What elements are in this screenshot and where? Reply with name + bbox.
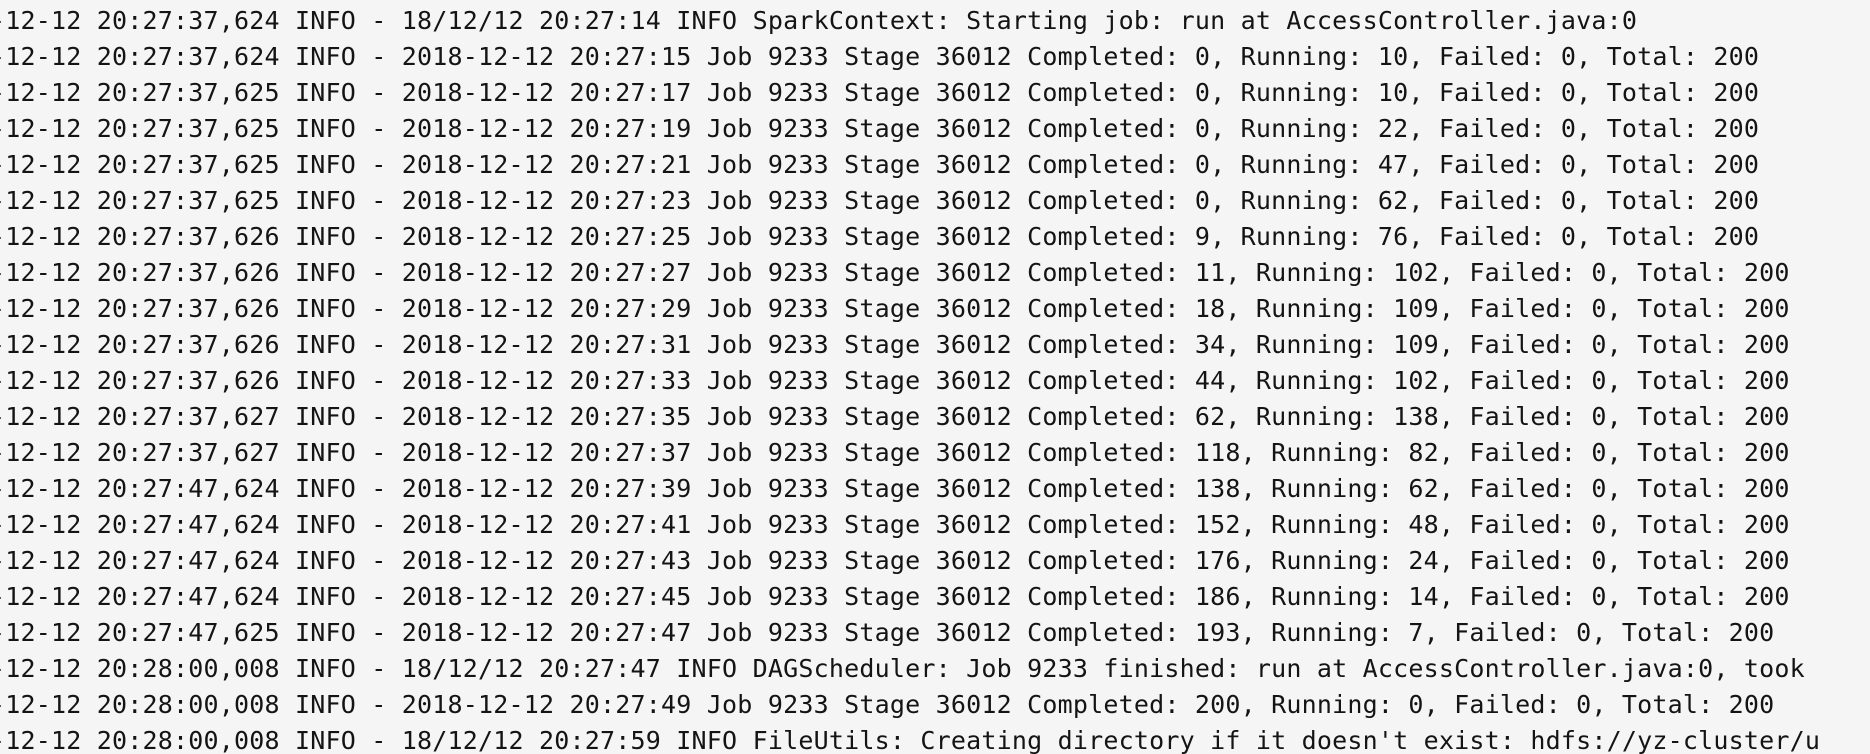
log-line: -12-12 20:27:37,626 INFO - 2018-12-12 20… — [0, 222, 1760, 251]
log-line: -12-12 20:27:47,624 INFO - 2018-12-12 20… — [0, 546, 1790, 575]
log-line: -12-12 20:27:37,624 INFO - 18/12/12 20:2… — [0, 6, 1638, 35]
log-output-panel[interactable]: -12-12 20:27:37,624 INFO - 18/12/12 20:2… — [0, 0, 1870, 754]
log-line: -12-12 20:27:37,625 INFO - 2018-12-12 20… — [0, 150, 1760, 179]
log-line: -12-12 20:27:37,627 INFO - 2018-12-12 20… — [0, 438, 1790, 467]
log-line: -12-12 20:27:37,625 INFO - 2018-12-12 20… — [0, 186, 1760, 215]
log-line: -12-12 20:28:00,008 INFO - 2018-12-12 20… — [0, 690, 1775, 719]
log-line: -12-12 20:27:37,625 INFO - 2018-12-12 20… — [0, 78, 1760, 107]
log-line: -12-12 20:27:37,626 INFO - 2018-12-12 20… — [0, 258, 1790, 287]
log-line: -12-12 20:27:47,624 INFO - 2018-12-12 20… — [0, 474, 1790, 503]
log-line: -12-12 20:28:00,008 INFO - 18/12/12 20:2… — [0, 654, 1805, 683]
log-line: -12-12 20:27:47,624 INFO - 2018-12-12 20… — [0, 582, 1790, 611]
log-line: -12-12 20:27:37,626 INFO - 2018-12-12 20… — [0, 330, 1790, 359]
log-lines: -12-12 20:27:37,624 INFO - 18/12/12 20:2… — [0, 3, 1820, 754]
log-line: -12-12 20:27:37,624 INFO - 2018-12-12 20… — [0, 42, 1760, 71]
log-line: -12-12 20:27:47,625 INFO - 2018-12-12 20… — [0, 618, 1775, 647]
log-line: -12-12 20:27:37,626 INFO - 2018-12-12 20… — [0, 366, 1790, 395]
log-line: -12-12 20:27:37,625 INFO - 2018-12-12 20… — [0, 114, 1760, 143]
log-line: -12-12 20:27:37,626 INFO - 2018-12-12 20… — [0, 294, 1790, 323]
log-line: -12-12 20:28:00,008 INFO - 18/12/12 20:2… — [0, 726, 1821, 754]
log-line: -12-12 20:27:47,624 INFO - 2018-12-12 20… — [0, 510, 1790, 539]
log-line: -12-12 20:27:37,627 INFO - 2018-12-12 20… — [0, 402, 1790, 431]
